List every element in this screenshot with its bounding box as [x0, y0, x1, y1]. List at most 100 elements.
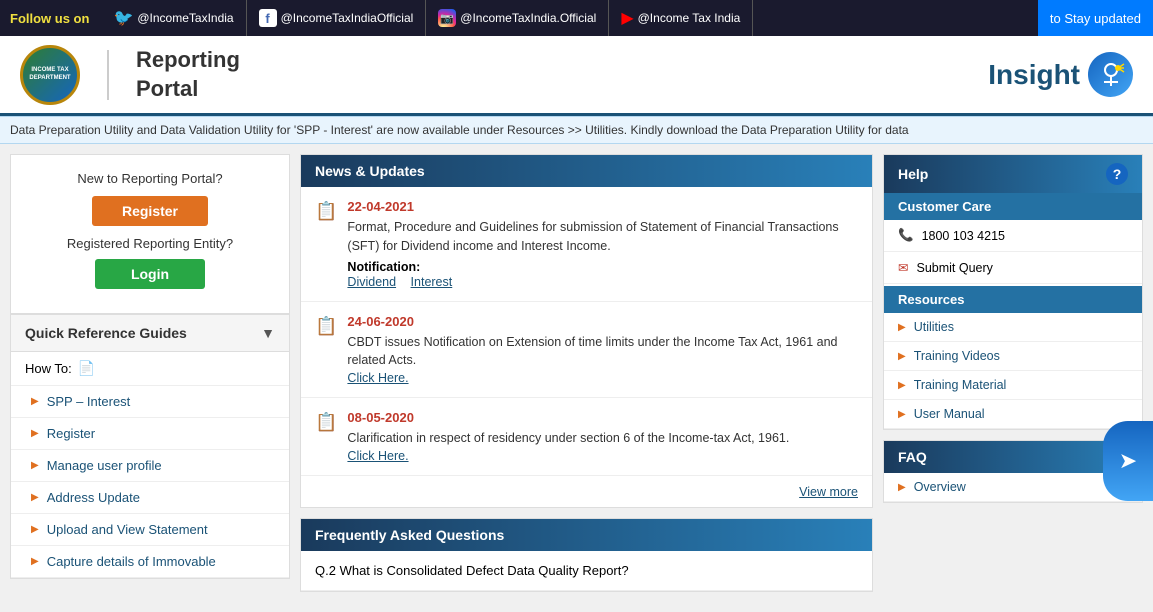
- floating-arrow-icon: ➤: [1119, 448, 1137, 474]
- sidebar-item-label: Address Update: [47, 490, 140, 505]
- news-notif-1: Notification:: [347, 260, 858, 274]
- news-date-3: 08-05-2020: [347, 410, 789, 425]
- news-text-2: CBDT issues Notification on Extension of…: [347, 333, 858, 371]
- resource-user-manual[interactable]: ▶ User Manual: [884, 400, 1142, 429]
- sidebar-item-label: SPP – Interest: [47, 394, 131, 409]
- how-to-label: How To:: [25, 361, 72, 376]
- email-icon: ✉: [898, 260, 908, 275]
- qrg-header[interactable]: Quick Reference Guides ▼: [11, 314, 289, 352]
- news-item-3: 📋 08-05-2020 Clarification in respect of…: [301, 398, 872, 476]
- arrow-icon: ▶: [31, 428, 39, 439]
- new-user-text: New to Reporting Portal?: [27, 171, 273, 186]
- news-text-1: Format, Procedure and Guidelines for sub…: [347, 218, 858, 256]
- registered-text: Registered Reporting Entity?: [27, 236, 273, 251]
- news-content-2: 24-06-2020 CBDT issues Notification on E…: [347, 314, 858, 386]
- faq-center-section: Frequently Asked Questions Q.2 What is C…: [300, 518, 873, 592]
- arrow-icon: ▶: [898, 322, 906, 333]
- news-icon-1: 📋: [315, 201, 337, 289]
- resource-label: Training Videos: [914, 349, 1000, 363]
- submit-query-item[interactable]: ✉ Submit Query: [884, 252, 1142, 284]
- twitter-icon: 🐦: [113, 8, 133, 28]
- help-header: Help ?: [884, 155, 1142, 193]
- instagram-icon: 📷: [438, 9, 456, 27]
- floating-help-button[interactable]: ➤: [1103, 421, 1153, 501]
- youtube-handle: @Income Tax India: [638, 11, 741, 25]
- sidebar-item-address[interactable]: ▶ Address Update: [11, 482, 289, 514]
- customer-care-header: Customer Care: [884, 193, 1142, 220]
- youtube-link[interactable]: ▶ @Income Tax India: [609, 0, 753, 36]
- sidebar-item-spp[interactable]: ▶ SPP – Interest: [11, 386, 289, 418]
- sidebar-item-immovable[interactable]: ▶ Capture details of Immovable: [11, 546, 289, 578]
- sidebar-item-label: Upload and View Statement: [47, 522, 208, 537]
- faq-center-header: Frequently Asked Questions: [301, 519, 872, 551]
- arrow-icon: ▶: [898, 351, 906, 362]
- social-links: 🐦 @IncomeTaxIndia f @IncomeTaxIndiaOffic…: [101, 0, 753, 36]
- news-header: News & Updates: [301, 155, 872, 187]
- portal-title: Reporting Portal: [136, 46, 240, 103]
- ticker-text: Data Preparation Utility and Data Valida…: [10, 123, 909, 137]
- news-link-3[interactable]: Click Here.: [347, 449, 408, 463]
- news-icon-2: 📋: [315, 316, 337, 386]
- insight-label: Insight: [988, 59, 1080, 91]
- sidebar-item-label: Manage user profile: [47, 458, 162, 473]
- center-content: News & Updates 📋 22-04-2021 Format, Proc…: [300, 154, 873, 602]
- main-layout: New to Reporting Portal? Register Regist…: [0, 144, 1153, 612]
- header-divider: [107, 50, 109, 100]
- ticker: Data Preparation Utility and Data Valida…: [0, 116, 1153, 144]
- register-button[interactable]: Register: [92, 196, 208, 226]
- twitter-link[interactable]: 🐦 @IncomeTaxIndia: [101, 0, 246, 36]
- header: INCOME TAX DEPARTMENT Reporting Portal I…: [0, 36, 1153, 116]
- phone-icon: 📞: [898, 228, 914, 243]
- resource-training-videos[interactable]: ▶ Training Videos: [884, 342, 1142, 371]
- qrg-title: Quick Reference Guides: [25, 325, 187, 341]
- arrow-icon: ▶: [31, 396, 39, 407]
- news-content-3: 08-05-2020 Clarification in respect of r…: [347, 410, 789, 463]
- resources-header: Resources: [884, 286, 1142, 313]
- arrow-icon: ▶: [898, 482, 906, 493]
- instagram-link[interactable]: 📷 @IncomeTaxIndia.Official: [426, 0, 609, 36]
- youtube-icon: ▶: [621, 8, 633, 28]
- facebook-icon: f: [259, 9, 277, 27]
- help-box: Help ? Customer Care 📞 1800 103 4215 ✉ S…: [883, 154, 1143, 430]
- resource-label: Training Material: [914, 378, 1007, 392]
- arrow-icon: ▶: [31, 492, 39, 503]
- view-more-link[interactable]: View more: [799, 485, 858, 499]
- sidebar-item-register[interactable]: ▶ Register: [11, 418, 289, 450]
- news-link-2[interactable]: Click Here.: [347, 371, 408, 385]
- title-line1: Reporting: [136, 46, 240, 75]
- sidebar-item-upload[interactable]: ▶ Upload and View Statement: [11, 514, 289, 546]
- chevron-down-icon: ▼: [261, 325, 275, 341]
- news-link-dividend[interactable]: Dividend: [347, 275, 396, 289]
- news-text-3: Clarification in respect of residency un…: [347, 429, 789, 448]
- logo-text: INCOME TAX DEPARTMENT: [23, 63, 77, 85]
- faq-item-label: Overview: [914, 480, 966, 494]
- twitter-handle: @IncomeTaxIndia: [137, 11, 233, 25]
- pdf-icon: 📄: [78, 360, 95, 377]
- phone-item: 📞 1800 103 4215: [884, 220, 1142, 252]
- submit-query-label: Submit Query: [916, 261, 992, 275]
- title-line2: Portal: [136, 75, 240, 104]
- news-link-interest[interactable]: Interest: [411, 275, 453, 289]
- left-sidebar: New to Reporting Portal? Register Regist…: [10, 154, 290, 579]
- news-date-2: 24-06-2020: [347, 314, 858, 329]
- arrow-icon: ▶: [898, 409, 906, 420]
- resource-utilities[interactable]: ▶ Utilities: [884, 313, 1142, 342]
- help-question-icon[interactable]: ?: [1106, 163, 1128, 185]
- arrow-icon: ▶: [31, 556, 39, 567]
- facebook-link[interactable]: f @IncomeTaxIndiaOfficial: [247, 0, 427, 36]
- how-to-row: How To: 📄: [11, 352, 289, 386]
- resource-training-material[interactable]: ▶ Training Material: [884, 371, 1142, 400]
- news-icon-3: 📋: [315, 412, 337, 463]
- resource-label: User Manual: [914, 407, 985, 421]
- sidebar-item-manage-profile[interactable]: ▶ Manage user profile: [11, 450, 289, 482]
- facebook-handle: @IncomeTaxIndiaOfficial: [281, 11, 414, 25]
- register-section: New to Reporting Portal? Register Regist…: [11, 155, 289, 314]
- insight-logo: Insight: [988, 52, 1133, 97]
- help-title: Help: [898, 166, 928, 182]
- login-button[interactable]: Login: [95, 259, 205, 289]
- follow-text: Follow us on: [10, 11, 89, 26]
- logo-area: INCOME TAX DEPARTMENT Reporting Portal: [20, 45, 240, 105]
- view-more-row: View more: [301, 476, 872, 507]
- resource-label: Utilities: [914, 320, 954, 334]
- sidebar-item-label: Register: [47, 426, 95, 441]
